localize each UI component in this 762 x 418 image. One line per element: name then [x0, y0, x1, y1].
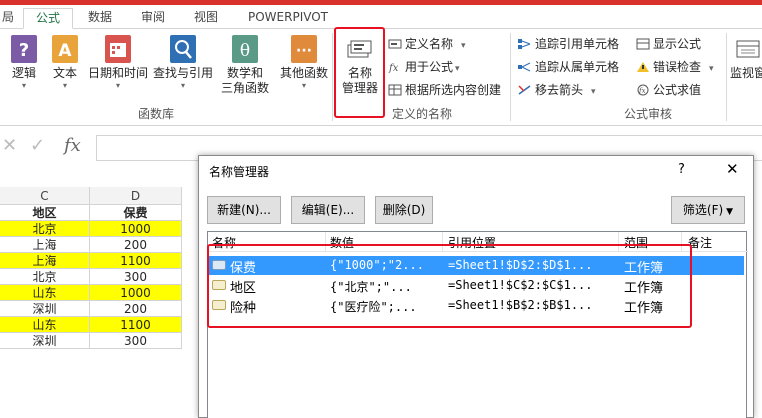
cell-premium[interactable]: 1100: [90, 253, 182, 269]
lookup-icon: [170, 35, 196, 63]
chevron-down-icon: ▾: [62, 81, 67, 90]
math-theta-icon: θ: [232, 35, 258, 63]
calendar-icon: [105, 35, 131, 63]
cell-premium[interactable]: 300: [90, 269, 182, 285]
remove-arrows-button[interactable]: 移去箭头 ▾: [518, 80, 596, 100]
cell-premium[interactable]: 200: [90, 237, 182, 253]
names-highlight-box: [207, 244, 692, 328]
cell-region[interactable]: 北京: [0, 221, 90, 237]
trace-dependents-button[interactable]: 追踪从属单元格: [518, 57, 619, 77]
chevron-down-icon: ▾: [301, 81, 306, 90]
cell-premium[interactable]: 1000: [90, 221, 182, 237]
create-from-selection-icon: [388, 82, 402, 96]
more-functions-button[interactable]: ··· 其他函数 ▾: [276, 35, 332, 91]
cell-premium[interactable]: 1100: [90, 317, 182, 333]
column-header-d[interactable]: D: [90, 187, 182, 205]
tab-review[interactable]: 审阅: [133, 8, 173, 29]
trace-precedents-icon: [518, 36, 532, 49]
lookup-reference-button[interactable]: 查找与引用 ▾: [152, 35, 214, 91]
formula-auditing-group-label: 公式审核: [624, 107, 673, 121]
cell-region[interactable]: 上海: [0, 237, 90, 253]
svg-text:?: ?: [19, 40, 29, 61]
show-formulas-button[interactable]: 显示公式: [636, 34, 701, 54]
text-button[interactable]: A 文本 ▾: [46, 35, 84, 91]
delete-name-button[interactable]: 删除(D): [375, 196, 433, 224]
worksheet-grid: C D 地区 保费 北京 1000 上海 200 上海 1100 北京 300 山东 1000 深圳 20…: [0, 187, 200, 418]
tab-powerpivot[interactable]: POWERPIVOT: [240, 8, 336, 29]
cancel-icon[interactable]: ✕: [2, 135, 17, 156]
fx-icon: fx: [388, 59, 402, 74]
evaluate-formula-icon: fx: [636, 82, 650, 96]
chevron-down-icon: ▾: [591, 87, 596, 97]
chevron-down-icon: ▼: [726, 207, 734, 217]
name-manager-highlight-box: [334, 27, 385, 118]
column-header-c[interactable]: C: [0, 187, 90, 205]
cell-region[interactable]: 山东: [0, 285, 90, 301]
svg-text:θ: θ: [240, 41, 250, 61]
tab-formulas[interactable]: 公式: [23, 8, 73, 29]
tab-layout[interactable]: 局: [0, 8, 22, 29]
chevron-down-icon: ▾: [180, 81, 185, 90]
ribbon-tab-row: 局 公式 数据 审阅 视图 POWERPIVOT: [0, 5, 762, 29]
function-library-group-label: 函数库: [138, 107, 175, 121]
chevron-down-icon: ▾: [21, 81, 26, 90]
use-in-formula-button[interactable]: fx 用于公式 ▾: [388, 57, 460, 77]
ribbon-separator: [332, 33, 333, 121]
tab-data[interactable]: 数据: [80, 8, 120, 29]
warning-icon: [636, 59, 650, 72]
svg-text:fx: fx: [638, 87, 646, 95]
cell-region[interactable]: 上海: [0, 253, 90, 269]
more-functions-icon: ···: [291, 35, 317, 63]
trace-dependents-icon: [518, 59, 532, 72]
ribbon-separator: [726, 33, 727, 121]
help-button[interactable]: ?: [678, 162, 685, 177]
date-time-button[interactable]: 日期和时间 ▾: [86, 35, 150, 91]
define-name-button[interactable]: 定义名称 ▾: [388, 34, 466, 54]
svg-text:fx: fx: [388, 63, 399, 73]
text-icon: A: [52, 35, 78, 63]
new-name-button[interactable]: 新建(N)...: [207, 196, 281, 224]
ribbon-separator: [510, 33, 511, 121]
cell-premium[interactable]: 300: [90, 333, 182, 349]
header-cell-premium[interactable]: 保费: [90, 205, 182, 221]
cell-region[interactable]: 北京: [0, 269, 90, 285]
error-checking-button[interactable]: 错误检查 ▾: [636, 57, 714, 77]
filter-button[interactable]: 筛选(F) ▼: [671, 196, 745, 224]
chevron-down-icon: ▾: [461, 41, 466, 51]
logical-button[interactable]: ? 逻辑 ▾: [6, 35, 42, 91]
trace-precedents-button[interactable]: 追踪引用单元格: [518, 34, 619, 54]
edit-name-button[interactable]: 编辑(E)...: [291, 196, 365, 224]
logical-icon: ?: [11, 35, 37, 63]
math-trig-button[interactable]: θ 数学和 三角函数: [218, 35, 272, 96]
svg-text:···: ···: [296, 43, 312, 59]
create-from-selection-button[interactable]: 根据所选内容创建: [388, 80, 501, 100]
dialog-title: 名称管理器: [209, 165, 270, 179]
define-name-icon: [388, 36, 402, 49]
formula-bar-controls: ✕ ✓ fx: [0, 135, 96, 161]
defined-names-group-label: 定义的名称: [392, 107, 453, 121]
svg-text:A: A: [58, 41, 72, 61]
tab-view[interactable]: 视图: [186, 8, 226, 29]
watch-window-button[interactable]: 监视窗: [728, 35, 762, 81]
chevron-down-icon: ▾: [455, 64, 460, 74]
chevron-down-icon: ▾: [115, 81, 120, 90]
header-cell-region[interactable]: 地区: [0, 205, 90, 221]
cell-premium[interactable]: 1000: [90, 285, 182, 301]
remove-arrows-icon: [518, 82, 532, 95]
close-button[interactable]: ✕: [726, 160, 739, 178]
cell-region[interactable]: 深圳: [0, 301, 90, 317]
chevron-down-icon: ▾: [709, 64, 714, 74]
insert-function-icon[interactable]: fx: [64, 135, 81, 156]
cell-premium[interactable]: 200: [90, 301, 182, 317]
show-formulas-icon: [636, 36, 650, 50]
cell-region[interactable]: 深圳: [0, 333, 90, 349]
evaluate-formula-button[interactable]: fx 公式求值: [636, 80, 701, 100]
watch-window-icon: [733, 35, 762, 63]
cell-region[interactable]: 山东: [0, 317, 90, 333]
enter-icon[interactable]: ✓: [30, 135, 45, 156]
